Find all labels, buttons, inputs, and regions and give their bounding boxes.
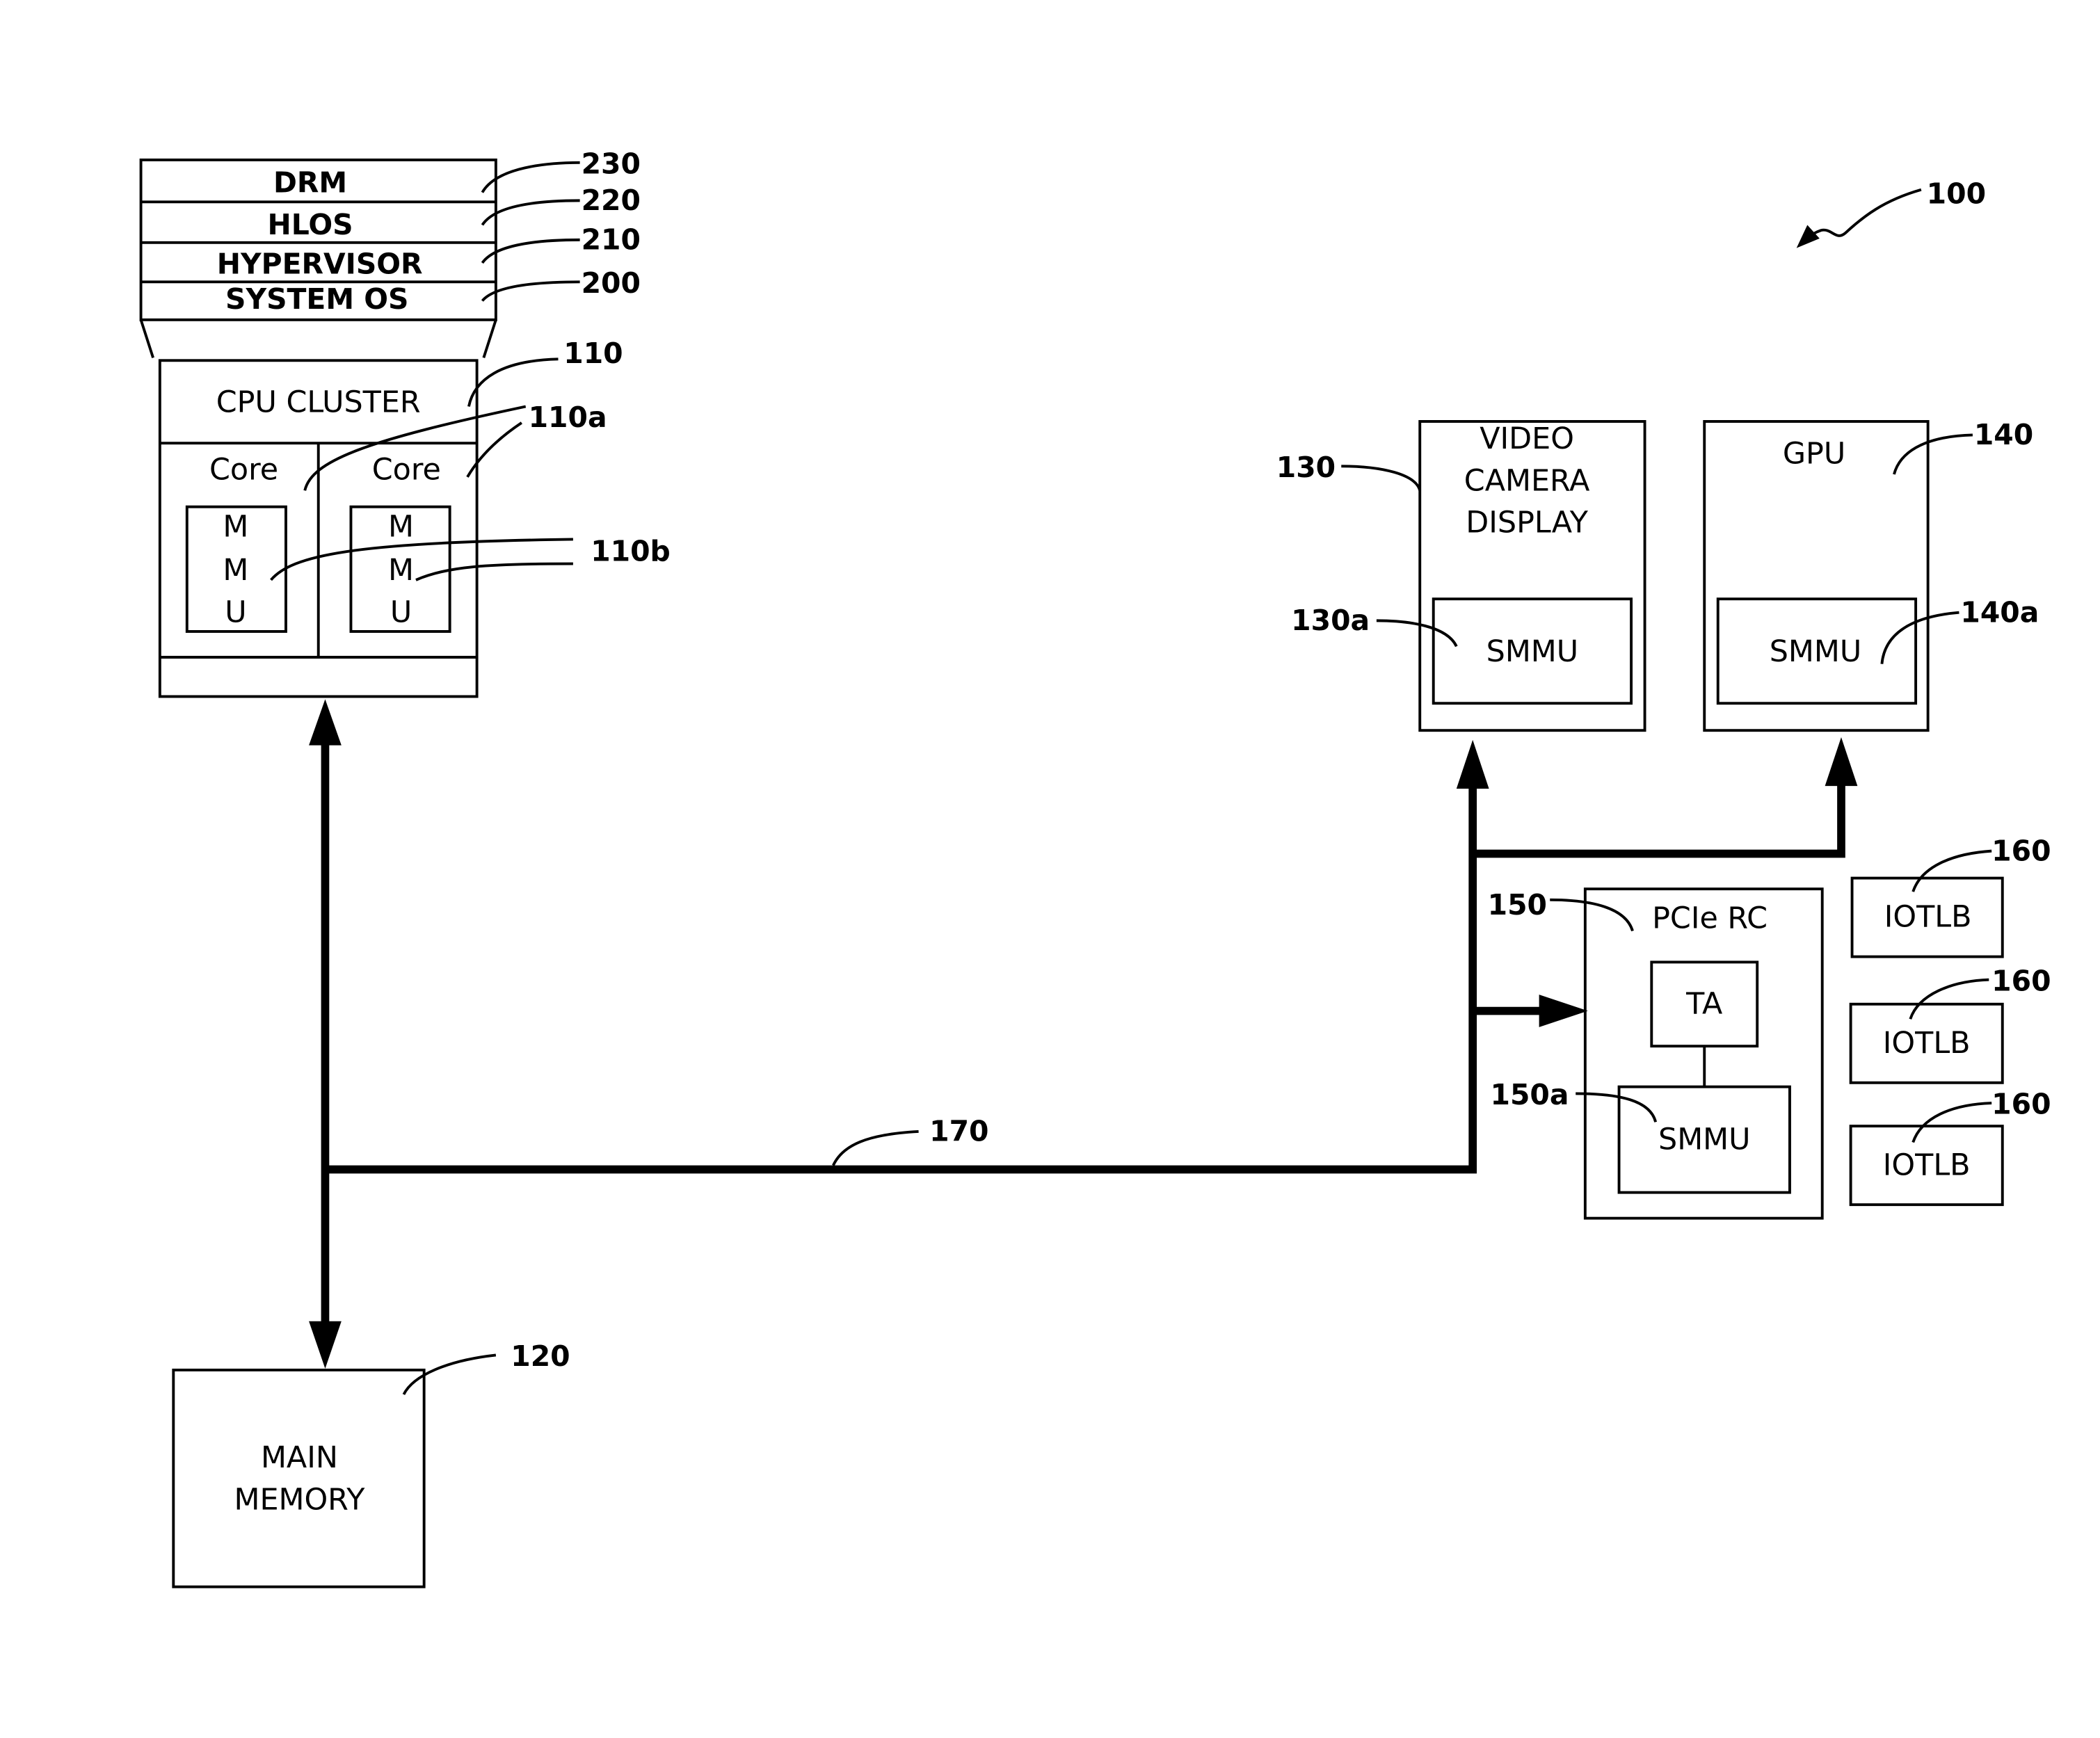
core-label: Core xyxy=(209,453,278,488)
mmu-letter: U xyxy=(390,595,412,629)
gpu: GPU SMMU 140 140a xyxy=(1703,418,2039,732)
figure-ref-leader xyxy=(1804,188,1922,241)
taper-left xyxy=(139,319,154,358)
ref-120: 120 xyxy=(511,1339,570,1373)
figure-ref-label: 100 xyxy=(1927,177,1986,210)
video-smmu-label: SMMU xyxy=(1486,634,1578,669)
system-diagram: 100 DRM HLOS HYPERVISOR SYSTEM OS 230 22… xyxy=(139,147,2051,1588)
ref-140: 140 xyxy=(1974,418,2033,451)
video-line: CAMERA xyxy=(1464,463,1590,498)
ref-110b: 110b xyxy=(591,535,671,568)
ref-170: 170 xyxy=(929,1115,988,1148)
iotlb-label: IOTLB xyxy=(1883,1148,1971,1182)
main-memory-box xyxy=(172,1368,426,1588)
main-memory-line: MAIN xyxy=(261,1440,338,1475)
patent-figure: 100 DRM HLOS HYPERVISOR SYSTEM OS 230 22… xyxy=(0,0,2100,1735)
arrowhead-to-video xyxy=(1456,739,1489,789)
ref-220: 220 xyxy=(582,184,641,217)
os-stack: DRM HLOS HYPERVISOR SYSTEM OS 230 220 21… xyxy=(139,147,641,358)
main-memory-line: MEMORY xyxy=(234,1483,365,1518)
pcie-label: PCIe RC xyxy=(1652,901,1768,936)
pcie-rc: PCIe RC TA SMMU 150 150a xyxy=(1488,887,1824,1220)
figure-reference: 100 xyxy=(1796,177,1986,248)
ref-140a: 140a xyxy=(1960,595,2039,629)
leader-110 xyxy=(467,357,559,407)
mmu-letter: M xyxy=(223,510,248,545)
layer-system-os: SYSTEM OS xyxy=(225,282,408,316)
taper-right xyxy=(482,319,497,358)
ref-110: 110 xyxy=(563,337,623,370)
arrowhead-to-memory xyxy=(309,1321,342,1369)
bus-branch-gpu xyxy=(1473,783,1845,858)
core-label: Core xyxy=(372,453,441,488)
arrowhead-to-cpu xyxy=(309,699,342,746)
gpu-label: GPU xyxy=(1783,436,1845,471)
ref-150a: 150a xyxy=(1491,1078,1569,1111)
video-line: DISPLAY xyxy=(1466,506,1588,540)
gpu-smmu-label: SMMU xyxy=(1770,634,1861,669)
layer-drm: DRM xyxy=(273,166,347,200)
ref-160: 160 xyxy=(1991,964,2051,997)
iotlb-label: IOTLB xyxy=(1884,900,1972,935)
pcie-smmu-label: SMMU xyxy=(1658,1122,1750,1157)
ref-200: 200 xyxy=(582,266,641,300)
ref-210: 210 xyxy=(582,223,641,257)
ref-230: 230 xyxy=(582,147,641,180)
main-memory: MAIN MEMORY 120 xyxy=(172,1339,570,1588)
bus-main xyxy=(325,786,1477,1174)
mmu-letter: M xyxy=(388,510,414,545)
ref-130a: 130a xyxy=(1291,604,1370,637)
leader-170 xyxy=(832,1129,919,1166)
ref-110a: 110a xyxy=(529,401,607,434)
ta-label: TA xyxy=(1685,986,1722,1021)
arrowhead-to-pcie xyxy=(1539,995,1588,1027)
ref-160: 160 xyxy=(1991,1088,2051,1121)
layer-hlos: HLOS xyxy=(268,208,353,241)
mmu-letter: M xyxy=(388,553,414,588)
ref-150: 150 xyxy=(1488,888,1547,922)
layer-hypervisor: HYPERVISOR xyxy=(217,248,423,281)
iotlb-group: IOTLB 160 IOTLB 160 IOTLB 160 xyxy=(1849,834,2051,1207)
ref-130: 130 xyxy=(1276,451,1336,484)
mmu-letter: M xyxy=(223,553,248,588)
arrowhead-to-gpu xyxy=(1825,737,1858,787)
ref-160: 160 xyxy=(1991,834,2051,867)
cpu-cluster: CPU CLUSTER Core M M U Core M M U 110 11… xyxy=(158,337,671,698)
video-line: VIDEO xyxy=(1480,421,1574,456)
leader-130 xyxy=(1341,465,1422,492)
cpu-cluster-label: CPU CLUSTER xyxy=(216,385,421,419)
mmu-letter: U xyxy=(225,595,246,629)
video-camera-display: VIDEO CAMERA DISPLAY SMMU 130 130a xyxy=(1276,420,1646,732)
iotlb-label: IOTLB xyxy=(1883,1026,1971,1061)
figure-ref-arrowhead xyxy=(1796,225,1820,248)
